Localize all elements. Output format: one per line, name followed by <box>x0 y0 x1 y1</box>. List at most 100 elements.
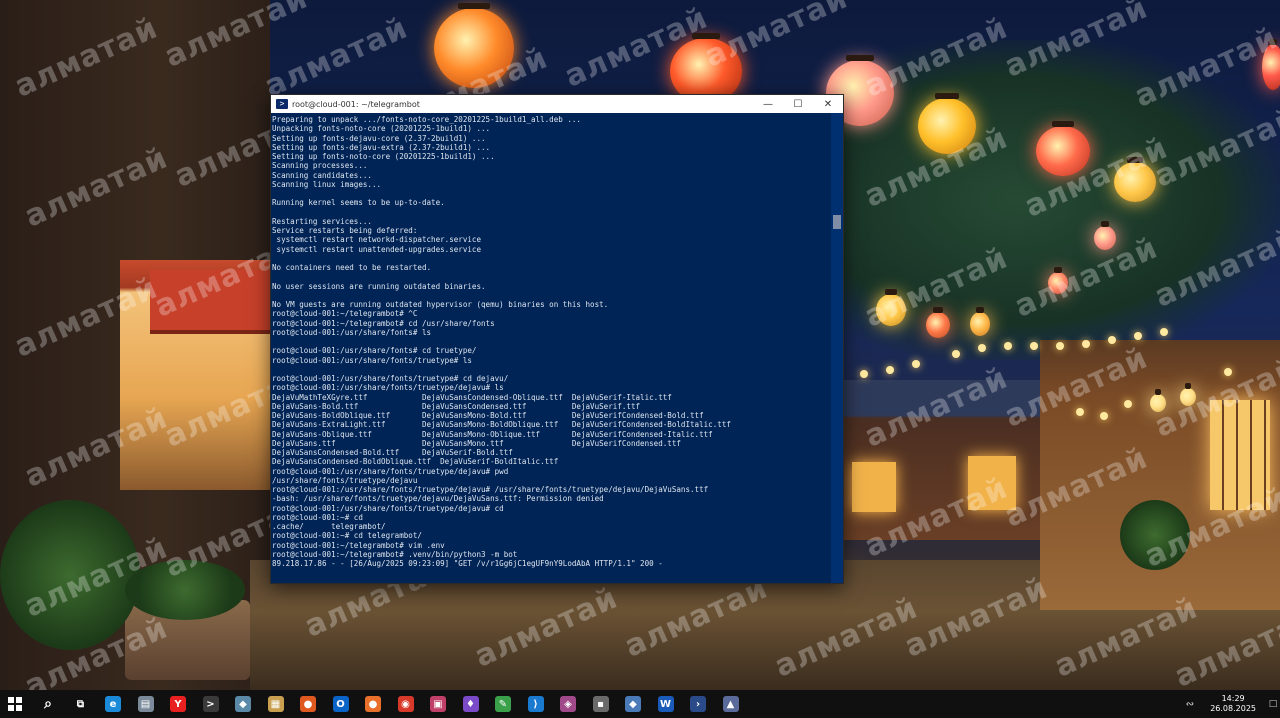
terminal-line: root@cloud-001:/usr/share/fonts/truetype… <box>272 466 509 476</box>
close-button[interactable]: ✕ <box>813 95 843 113</box>
terminal-line: root@cloud-001:/usr/share/fonts/truetype… <box>272 383 504 393</box>
vscode-icon[interactable]: ⟩ <box>524 690 548 718</box>
vscode-glyph: ⟩ <box>527 696 544 712</box>
taskbar-apps: ⌕ ⧉ e ▤ Y > ◆ ▦ ● O ● ◉ ▣ ♦ ✎ ⟩ ◈ ▪ ◆ W › ▲ <box>36 690 751 718</box>
clock-date: 26.08.2025 <box>1210 704 1256 713</box>
edge-icon[interactable]: e <box>101 690 125 718</box>
string-light <box>886 366 894 374</box>
network-icon[interactable]: ∾ <box>1186 699 1194 710</box>
terminal-line: Setting up fonts-dejavu-extra (2.37-2bui… <box>272 142 491 152</box>
terminal-output[interactable]: Preparing to unpack .../fonts-noto-core_… <box>271 113 831 581</box>
outlook-icon[interactable]: O <box>329 690 353 718</box>
terminal-line: root@cloud-001:/usr/share/fonts/truetype… <box>272 485 709 494</box>
lantern <box>1262 39 1280 90</box>
app-icon-3[interactable]: ▣ <box>426 690 450 718</box>
search-icon[interactable]: ⌕ <box>36 690 60 718</box>
app-icon-4-glyph: ♦ <box>462 696 479 712</box>
terminal-line: systemctl restart unattended-upgrades.se… <box>272 244 482 254</box>
terminal-line: root@cloud-001:~/telegrambot# vim .env <box>272 540 445 550</box>
word-glyph: W <box>657 696 674 712</box>
minimize-button[interactable]: — <box>753 95 783 113</box>
app-icon-5-glyph: ◈ <box>560 696 576 712</box>
chrome-icon[interactable]: ◉ <box>394 690 418 718</box>
windows-logo-icon <box>8 697 22 711</box>
terminal-line: root@cloud-001:/usr/share/fonts/truetype… <box>272 374 509 383</box>
wallpaper-plant <box>1120 500 1190 570</box>
app-icon-6[interactable]: ▪ <box>589 690 613 718</box>
terminal-line: .cache/ telegrambot/ <box>272 522 386 531</box>
photos-icon[interactable]: ▦ <box>264 690 288 718</box>
wallpaper-awning <box>150 270 270 334</box>
app-icon-2-glyph: ● <box>300 696 316 712</box>
notepad-icon[interactable]: ✎ <box>491 690 515 718</box>
string-light <box>952 350 960 358</box>
terminal-titlebar[interactable]: > root@cloud-001: ~/telegrambot — ☐ ✕ <box>271 95 843 113</box>
search-glyph: ⌕ <box>40 696 56 712</box>
string-light <box>1030 342 1038 350</box>
string-light <box>1108 336 1116 344</box>
terminal-line: /usr/share/fonts/truetype/dejavu <box>272 475 418 485</box>
firefox-icon[interactable]: ● <box>361 690 385 718</box>
terminal-line: Scanning candidates... <box>272 170 372 180</box>
start-button[interactable] <box>0 690 30 718</box>
terminal-line: Scanning processes... <box>272 161 368 171</box>
terminal-line: Restarting services... <box>272 216 372 226</box>
outlook-glyph: O <box>332 696 349 712</box>
clock[interactable]: 14:29 26.08.2025 <box>1210 694 1256 714</box>
string-light <box>1082 340 1090 348</box>
app-icon-7[interactable]: ◆ <box>621 690 645 718</box>
terminal-line: systemctl restart networkd-dispatcher.se… <box>272 235 482 245</box>
terminal-line: Setting up fonts-dejavu-core (2.37-2buil… <box>272 133 486 143</box>
app-icon-8[interactable]: ▲ <box>719 690 743 718</box>
app-icon-2[interactable]: ● <box>296 690 320 718</box>
string-light <box>1134 332 1142 340</box>
lantern <box>1150 389 1166 412</box>
terminal-line: Service restarts being deferred: <box>272 226 418 235</box>
app-icon-7-glyph: ◆ <box>625 696 641 712</box>
string-light <box>1124 400 1132 408</box>
string-light <box>912 360 920 368</box>
task-view-glyph: ⧉ <box>72 696 89 712</box>
word-icon[interactable]: W <box>654 690 678 718</box>
lantern <box>1180 383 1196 406</box>
app-icon-6-glyph: ▪ <box>592 696 609 712</box>
terminal-line: Unpacking fonts-noto-core (20201225-1bui… <box>272 124 491 134</box>
notification-icon[interactable]: □ <box>1266 690 1280 718</box>
terminal-app-icon: > <box>276 99 288 109</box>
file-explorer-icon[interactable]: ▤ <box>134 690 158 718</box>
maximize-button[interactable]: ☐ <box>783 95 813 113</box>
terminal-icon[interactable]: > <box>199 690 223 718</box>
terminal-line: DejaVuSans-ExtraLight.ttf DejaVuSansMono… <box>272 420 731 430</box>
terminal-window[interactable]: > root@cloud-001: ~/telegrambot — ☐ ✕ Pr… <box>270 94 844 584</box>
string-light <box>978 344 986 352</box>
photos-glyph: ▦ <box>267 696 284 712</box>
taskbar: ⌕ ⧉ e ▤ Y > ◆ ▦ ● O ● ◉ ▣ ♦ ✎ ⟩ ◈ ▪ ◆ W › ▲ ∾ 14:29 26.08.202… <box>0 690 1280 718</box>
string-light <box>1076 408 1084 416</box>
watermark: алматай <box>259 10 414 105</box>
terminal-line: root@cloud-001:/usr/share/fonts# ls <box>272 327 432 337</box>
terminal-line: No user sessions are running outdated bi… <box>272 281 486 291</box>
terminal-glyph: > <box>202 696 219 712</box>
app-icon-4[interactable]: ♦ <box>459 690 483 718</box>
yandex-browser-glyph: Y <box>170 696 186 712</box>
yandex-browser-icon[interactable]: Y <box>166 690 190 718</box>
app-icon-5[interactable]: ◈ <box>556 690 580 718</box>
terminal-line: DejaVuMathTeXGyre.ttf DejaVuSansCondense… <box>272 392 672 402</box>
lantern <box>434 3 514 88</box>
terminal-line: DejaVuSansCondensed-Bold.ttf DejaVuSerif… <box>272 448 513 457</box>
task-view-icon[interactable]: ⧉ <box>69 690 93 718</box>
firefox-glyph: ● <box>365 696 381 712</box>
lantern <box>1094 221 1116 250</box>
terminal-scrollbar[interactable] <box>831 113 843 583</box>
scrollbar-thumb[interactable] <box>833 215 841 229</box>
wallpaper-plant <box>0 500 140 650</box>
powershell-icon[interactable]: › <box>686 690 710 718</box>
terminal-line: DejaVuSans-BoldOblique.ttf DejaVuSansMon… <box>272 411 704 420</box>
app-icon-3-glyph: ▣ <box>430 696 446 712</box>
app-icon-1[interactable]: ◆ <box>231 690 255 718</box>
terminal-line: root@cloud-001:~/telegrambot# ^C <box>272 309 418 319</box>
edge-glyph: e <box>105 696 121 712</box>
lantern <box>1114 157 1156 202</box>
